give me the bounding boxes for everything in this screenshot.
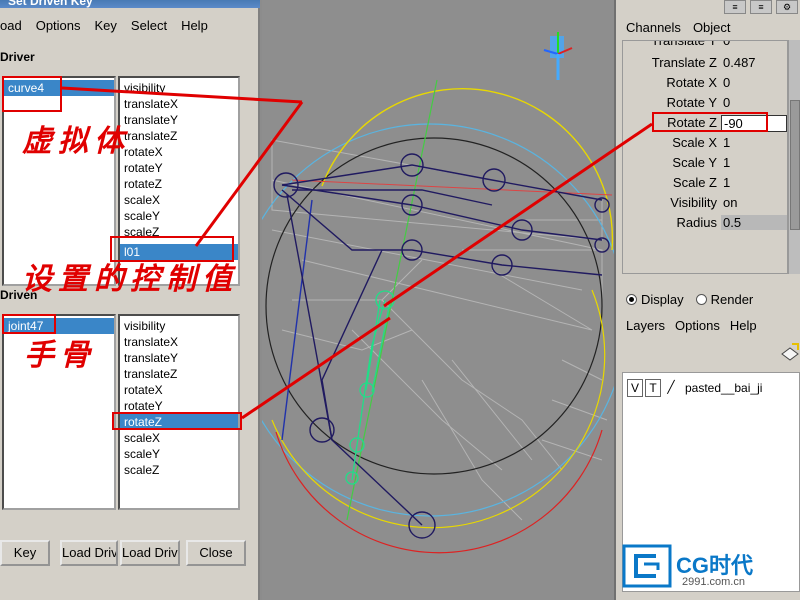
3d-viewport[interactable] xyxy=(262,0,614,600)
driven-attribute-items: visibility translateX translateY translateZ… xyxy=(120,318,238,478)
driver-attr-l01[interactable]: l01 xyxy=(120,244,238,260)
attr-rotate-z[interactable]: Rotate Z -90 xyxy=(623,115,787,135)
attr-rotate-y[interactable]: Rotate Y 0 xyxy=(623,95,787,115)
menu-channels[interactable]: Channels xyxy=(626,20,681,35)
driven-attr-rotatey[interactable]: rotateY xyxy=(120,398,238,414)
driven-attr-translatey[interactable]: translateY xyxy=(120,350,238,366)
layer-row[interactable]: V T ╱ pasted__bai_ji xyxy=(627,379,762,397)
radio-on-icon xyxy=(626,294,637,305)
driven-attr-translatez[interactable]: translateZ xyxy=(120,366,238,382)
driver-attr-visibility[interactable]: visibility xyxy=(120,80,238,96)
driver-attr-scaley[interactable]: scaleY xyxy=(120,208,238,224)
driver-object-list[interactable]: curve4 xyxy=(2,76,116,286)
driver-label: Driver xyxy=(0,50,35,64)
display-render-toggle: Display Render xyxy=(626,292,753,307)
driven-object-list[interactable]: joint47 xyxy=(2,314,116,510)
window-title: Set Driven Key xyxy=(0,0,260,8)
attr-scale-y[interactable]: Scale Y 1 xyxy=(623,155,787,175)
key-button[interactable]: Key xyxy=(0,540,50,566)
rotate-z-field[interactable]: -90 xyxy=(721,115,787,132)
menu-key[interactable]: Key xyxy=(95,18,117,33)
attr-scale-x[interactable]: Scale X 1 xyxy=(623,135,787,155)
driven-attr-rotatez[interactable]: rotateZ xyxy=(120,414,238,430)
driver-attr-translatez[interactable]: translateZ xyxy=(120,128,238,144)
driver-attr-translatey[interactable]: translateY xyxy=(120,112,238,128)
channel-box-panel: ≡ ≡ ⚙ Channels Object Translate Y 0 Tran… xyxy=(614,0,800,600)
channels-menu: Channels Object xyxy=(626,20,731,35)
driven-object-item[interactable]: joint47 xyxy=(4,318,114,334)
layer-visibility-toggle[interactable]: V xyxy=(627,379,643,397)
new-layer-icon[interactable] xyxy=(780,342,800,362)
channel-icon-bar: ≡ ≡ ⚙ xyxy=(616,0,800,16)
attr-radius[interactable]: Radius 0.5 xyxy=(623,215,787,235)
driver-attribute-items: visibility translateX translateY translateZ… xyxy=(120,80,238,260)
attr-translate-y[interactable]: Translate Y 0 xyxy=(623,41,787,53)
load-driver-button[interactable]: Load Driver xyxy=(60,540,118,566)
menu-options[interactable]: Options xyxy=(36,18,81,33)
driven-attribute-list[interactable]: visibility translateX translateY translateZ… xyxy=(118,314,240,510)
radio-off-icon xyxy=(695,294,707,305)
watermark: CG时代 2991.com.cn xyxy=(622,540,798,596)
attr-translate-z[interactable]: Translate Z 0.487 xyxy=(623,55,787,75)
scrollbar-thumb[interactable] xyxy=(790,100,800,230)
set-driven-key-window: Set Driven Key oad Options Key Select He… xyxy=(0,0,260,600)
layer-color-icon: ╱ xyxy=(667,380,675,394)
menu-layer-help[interactable]: Help xyxy=(730,318,757,333)
render-radio[interactable]: Render xyxy=(695,292,753,307)
attribute-editor-icon[interactable]: ≡ xyxy=(750,0,772,14)
driver-attr-scalex[interactable]: scaleX xyxy=(120,192,238,208)
attr-rotate-x[interactable]: Rotate X 0 xyxy=(623,75,787,95)
cg-logo-icon xyxy=(622,544,672,588)
channel-box-icon[interactable]: ≡ xyxy=(724,0,746,14)
sdk-menubar: oad Options Key Select Help xyxy=(0,14,260,36)
load-driven-button[interactable]: Load Driven xyxy=(120,540,180,566)
driver-attribute-list[interactable]: visibility translateX translateY translateZ… xyxy=(118,76,240,286)
driven-attr-visibility[interactable]: visibility xyxy=(120,318,238,334)
menu-select[interactable]: Select xyxy=(131,18,167,33)
driven-attr-rotatex[interactable]: rotateX xyxy=(120,382,238,398)
driven-attr-scaley[interactable]: scaleY xyxy=(120,446,238,462)
close-button[interactable]: Close xyxy=(186,540,246,566)
attr-scale-z[interactable]: Scale Z 1 xyxy=(623,175,787,195)
driver-attr-rotatey[interactable]: rotateY xyxy=(120,160,238,176)
driver-attr-rotatex[interactable]: rotateX xyxy=(120,144,238,160)
driven-attr-scalex[interactable]: scaleX xyxy=(120,430,238,446)
driven-attr-scalez[interactable]: scaleZ xyxy=(120,462,238,478)
attr-visibility[interactable]: Visibility on xyxy=(623,195,787,215)
driven-attr-translatex[interactable]: translateX xyxy=(120,334,238,350)
driver-object-item[interactable]: curve4 xyxy=(4,80,114,96)
layer-template-toggle[interactable]: T xyxy=(645,379,661,397)
menu-load[interactable]: oad xyxy=(0,18,22,33)
menu-help[interactable]: Help xyxy=(181,18,208,33)
layer-name[interactable]: pasted__bai_ji xyxy=(685,381,762,395)
menu-layer-options[interactable]: Options xyxy=(675,318,720,333)
menu-object[interactable]: Object xyxy=(693,20,731,35)
tool-settings-icon[interactable]: ⚙ xyxy=(776,0,798,14)
channel-attributes: Translate Y 0 Translate Z 0.487 Rotate X… xyxy=(622,40,788,274)
layers-menu: Layers Options Help xyxy=(626,318,757,333)
viewport-scene xyxy=(262,32,614,554)
driver-attr-scalez[interactable]: scaleZ xyxy=(120,224,238,240)
driver-attr-translatex[interactable]: translateX xyxy=(120,96,238,112)
display-radio[interactable]: Display xyxy=(626,292,684,307)
channel-scrollbar[interactable] xyxy=(788,40,800,274)
watermark-url: 2991.com.cn xyxy=(682,576,745,588)
driver-attr-rotatez[interactable]: rotateZ xyxy=(120,176,238,192)
menu-layers[interactable]: Layers xyxy=(626,318,665,333)
driven-label: Driven xyxy=(0,288,38,302)
